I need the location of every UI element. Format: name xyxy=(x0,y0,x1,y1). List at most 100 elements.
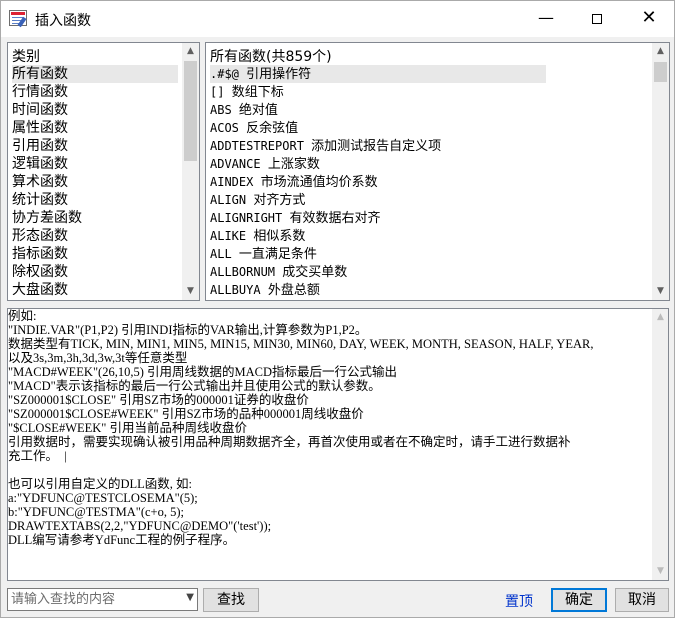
category-item[interactable]: 算术函数 xyxy=(12,173,178,191)
category-item[interactable]: 大盘函数 xyxy=(12,281,178,299)
function-name: 一直满足条件 xyxy=(238,247,317,262)
function-code: AINDEX xyxy=(210,175,254,189)
description-text: 例如: "INDIE.VAR"(P1,P2) 引用INDI指标的VAR输出,计算参… xyxy=(8,309,648,547)
function-item[interactable]: ALLBUYA 外盘总额 xyxy=(210,281,546,299)
function-name: 反余弦值 xyxy=(246,121,299,136)
category-item[interactable]: 指标函数 xyxy=(12,245,178,263)
function-code: ADDTESTREPORT xyxy=(210,139,304,153)
description-line xyxy=(8,463,648,477)
function-item[interactable]: ALIGNRIGHT 有效数据右对齐 xyxy=(210,209,546,227)
category-item[interactable]: 所有函数 xyxy=(12,65,178,83)
function-name: 相似系数 xyxy=(253,229,306,244)
search-combobox[interactable]: ▼ xyxy=(7,588,198,611)
function-code: ACOS xyxy=(210,121,239,135)
category-item[interactable]: 除权函数 xyxy=(12,263,178,281)
maximize-button[interactable] xyxy=(574,1,620,35)
category-item[interactable]: 引用函数 xyxy=(12,137,178,155)
scroll-up-arrow-icon[interactable]: ▲ xyxy=(652,43,669,60)
maximize-icon xyxy=(592,13,602,24)
function-item[interactable]: ALL 一直满足条件 xyxy=(210,245,546,263)
scroll-up-arrow-icon[interactable]: ▲ xyxy=(182,43,199,60)
function-code: ALLBUYA xyxy=(210,283,261,297)
description-line: "MACD"表示该指标的最后一行公式输出并且使用公式的默认参数。 xyxy=(8,379,381,393)
function-code: ADVANCE xyxy=(210,157,261,171)
function-item[interactable]: ACOS 反余弦值 xyxy=(210,119,546,137)
category-scrollbar[interactable]: ▲ ▼ xyxy=(182,43,199,300)
category-item[interactable]: 行情函数 xyxy=(12,83,178,101)
description-line: b:"YDFUNC@TESTMA"(c+o, 5); xyxy=(8,505,184,519)
description-line: "$CLOSE#WEEK" 引用当前品种周线收盘价 xyxy=(8,421,248,435)
minimize-button[interactable]: — xyxy=(523,1,569,35)
function-code: ALIGNRIGHT xyxy=(210,211,283,225)
function-code: ABS xyxy=(210,103,232,117)
function-code: ALLBORNUM xyxy=(210,265,276,279)
category-item[interactable]: 协方差函数 xyxy=(12,209,178,227)
description-line: 也可以引用自定义的DLL函数, 如: xyxy=(8,477,193,491)
chevron-down-icon[interactable]: ▼ xyxy=(186,592,194,603)
function-code: ALL xyxy=(210,247,232,261)
description-line: DRAWTEXTABS(2,2,"YDFUNC@DEMO"('test')); xyxy=(8,519,272,533)
find-button[interactable]: 查找 xyxy=(203,588,259,612)
function-name: 绝对值 xyxy=(238,103,278,118)
category-item[interactable]: 逻辑函数 xyxy=(12,155,178,173)
function-item[interactable]: [] 数组下标 xyxy=(210,83,546,101)
function-description[interactable]: 例如: "INDIE.VAR"(P1,P2) 引用INDI指标的VAR输出,计算参… xyxy=(7,308,669,581)
category-item[interactable]: 属性函数 xyxy=(12,119,178,137)
function-item[interactable]: ALLBORNUM 成交买单数 xyxy=(210,263,546,281)
function-name: 市场流通值均价系数 xyxy=(260,175,378,190)
scroll-down-arrow-icon[interactable]: ▼ xyxy=(182,283,199,300)
description-line: "MACD#WEEK"(26,10,5) 引用周线数据的MACD指标最后一行公式… xyxy=(8,365,398,379)
function-name: 数组下标 xyxy=(231,85,284,100)
window-title: 插入函数 xyxy=(35,13,91,29)
category-item[interactable]: 时间函数 xyxy=(12,101,178,119)
function-name: 有效数据右对齐 xyxy=(289,211,381,226)
function-list[interactable]: 所有函数(共859个) .#$@ 引用操作符[] 数组下标 ABS 绝对值 ACOS… xyxy=(205,42,670,301)
function-name: 添加测试报告自定义项 xyxy=(311,139,442,154)
app-icon xyxy=(9,10,27,28)
description-line: "INDIE.VAR"(P1,P2) 引用INDI指标的VAR输出,计算参数为P… xyxy=(8,323,368,337)
function-code: .#$@ xyxy=(210,67,239,81)
description-line: 例如: xyxy=(8,309,37,323)
category-item[interactable]: 统计函数 xyxy=(12,191,178,209)
description-line: 充工作。 | xyxy=(8,449,67,463)
function-item[interactable]: .#$@ 引用操作符 xyxy=(210,65,546,83)
function-item[interactable]: ADDTESTREPORT 添加测试报告自定义项 xyxy=(210,137,546,155)
function-name: 引用操作符 xyxy=(246,67,312,82)
scroll-down-arrow-icon[interactable]: ▼ xyxy=(652,563,668,580)
scroll-thumb[interactable] xyxy=(184,61,197,161)
function-item[interactable]: ABS 绝对值 xyxy=(210,101,546,119)
title-bar[interactable]: 插入函数 — ✕ xyxy=(1,1,674,37)
scroll-down-arrow-icon[interactable]: ▼ xyxy=(652,283,669,300)
description-line: 引用数据时，需要实现确认被引用品种周期数据齐全，再首次使用或者在不确定时，请手工… xyxy=(8,435,571,449)
category-list[interactable]: 类别 所有函数 行情函数 时间函数 属性函数 引用函数 逻辑函数 算术函数 统计函数 协方差函数… xyxy=(7,42,200,301)
function-name: 上涨家数 xyxy=(267,157,320,172)
function-code: ALIGN xyxy=(210,193,247,207)
function-name: 对齐方式 xyxy=(253,193,306,208)
function-item[interactable]: ALIKE 相似系数 xyxy=(210,227,546,245)
function-list-header: 所有函数(共859个) xyxy=(210,49,332,65)
function-item[interactable]: ALIGN 对齐方式 xyxy=(210,191,546,209)
function-code: [] xyxy=(210,85,225,99)
category-item[interactable]: 形态函数 xyxy=(12,227,178,245)
function-name: 成交买单数 xyxy=(282,265,348,280)
scroll-thumb[interactable] xyxy=(654,62,667,82)
description-line: "SZ000001$CLOSE" 引用SZ市场的000001证券的收盘价 xyxy=(8,393,309,407)
description-scrollbar[interactable]: ▲ ▼ xyxy=(652,309,668,580)
cancel-button[interactable]: 取消 xyxy=(615,588,669,612)
scroll-up-arrow-icon[interactable]: ▲ xyxy=(652,309,668,326)
function-scrollbar[interactable]: ▲ ▼ xyxy=(652,43,669,300)
function-item[interactable]: ADVANCE 上涨家数 xyxy=(210,155,546,173)
close-button[interactable]: ✕ xyxy=(626,1,672,35)
description-line: a:"YDFUNC@TESTCLOSEMA"(5); xyxy=(8,491,198,505)
function-item[interactable]: AINDEX 市场流通值均价系数 xyxy=(210,173,546,191)
description-line: 以及3s,3m,3h,3d,3w,3t等任意类型 xyxy=(8,351,188,365)
pin-top-link[interactable]: 置顶 xyxy=(505,591,533,611)
category-header: 类别 xyxy=(12,49,40,65)
description-line: DLL编写请参考YdFunc工程的例子程序。 xyxy=(8,533,236,547)
function-code: ALIKE xyxy=(210,229,247,243)
insert-function-dialog: 插入函数 — ✕ 类别 所有函数 行情函数 时间函数 属性函数 引用函数 逻辑函数 算术函数… xyxy=(0,0,675,618)
ok-button[interactable]: 确定 xyxy=(551,588,607,612)
description-line: 数据类型有TICK, MIN, MIN1, MIN5, MIN15, MIN30… xyxy=(8,337,594,351)
search-input[interactable] xyxy=(11,591,175,608)
description-line: "SZ000001$CLOSE#WEEK" 引用SZ市场的品种000001周线收… xyxy=(8,407,364,421)
